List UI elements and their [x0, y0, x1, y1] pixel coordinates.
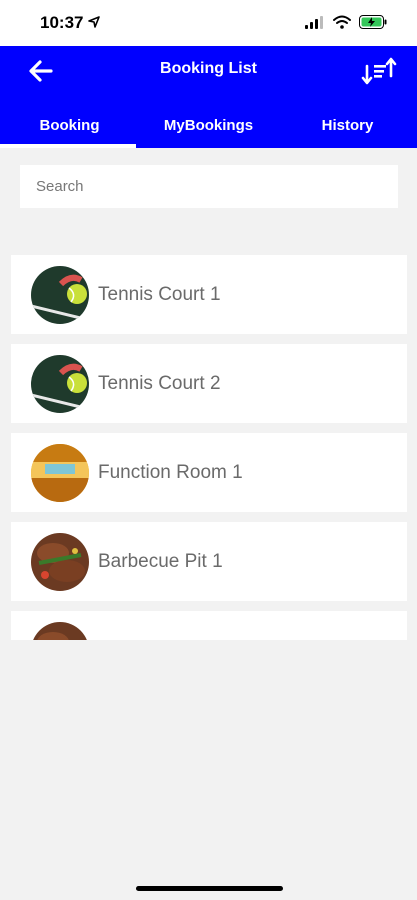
list-item[interactable]	[11, 611, 407, 640]
list-item[interactable]: Function Room 1	[11, 433, 407, 512]
list-item-label: Function Room 1	[98, 461, 243, 483]
active-tab-indicator	[0, 144, 136, 148]
location-arrow-icon	[88, 15, 100, 33]
function-room-image	[31, 443, 89, 502]
tab-history[interactable]: History	[278, 102, 417, 148]
list-item-label: Barbecue Pit 1	[98, 550, 223, 572]
sort-button[interactable]	[361, 56, 397, 86]
barbecue-image	[31, 621, 89, 640]
search-input[interactable]	[20, 165, 398, 208]
barbecue-image	[31, 532, 89, 591]
list-item[interactable]: Barbecue Pit 1	[11, 522, 407, 601]
wifi-icon	[333, 15, 351, 34]
list-item[interactable]: Tennis Court 1	[11, 255, 407, 334]
status-icons	[305, 15, 387, 34]
tennis-ball-image	[31, 265, 89, 324]
battery-charging-icon	[359, 15, 387, 34]
list-item-label: Tennis Court 1	[98, 283, 221, 305]
tab-bar: Booking MyBookings History	[0, 102, 417, 148]
list-item[interactable]: Tennis Court 2	[11, 344, 407, 423]
status-bar: 10:37	[0, 0, 417, 46]
cellular-signal-icon	[305, 15, 325, 34]
app-header: Booking List Booking MyBookings History	[0, 46, 417, 148]
tennis-ball-image	[31, 354, 89, 413]
home-indicator	[136, 886, 283, 891]
list-item-label: Tennis Court 2	[98, 372, 221, 394]
tab-mybookings[interactable]: MyBookings	[139, 102, 278, 148]
facility-list: Tennis Court 1 Tennis Court 2 Function R…	[11, 255, 407, 640]
sort-icon	[361, 57, 397, 85]
tab-booking[interactable]: Booking	[0, 102, 139, 148]
page-title: Booking List	[160, 60, 257, 77]
status-time: 10:37	[40, 13, 84, 32]
